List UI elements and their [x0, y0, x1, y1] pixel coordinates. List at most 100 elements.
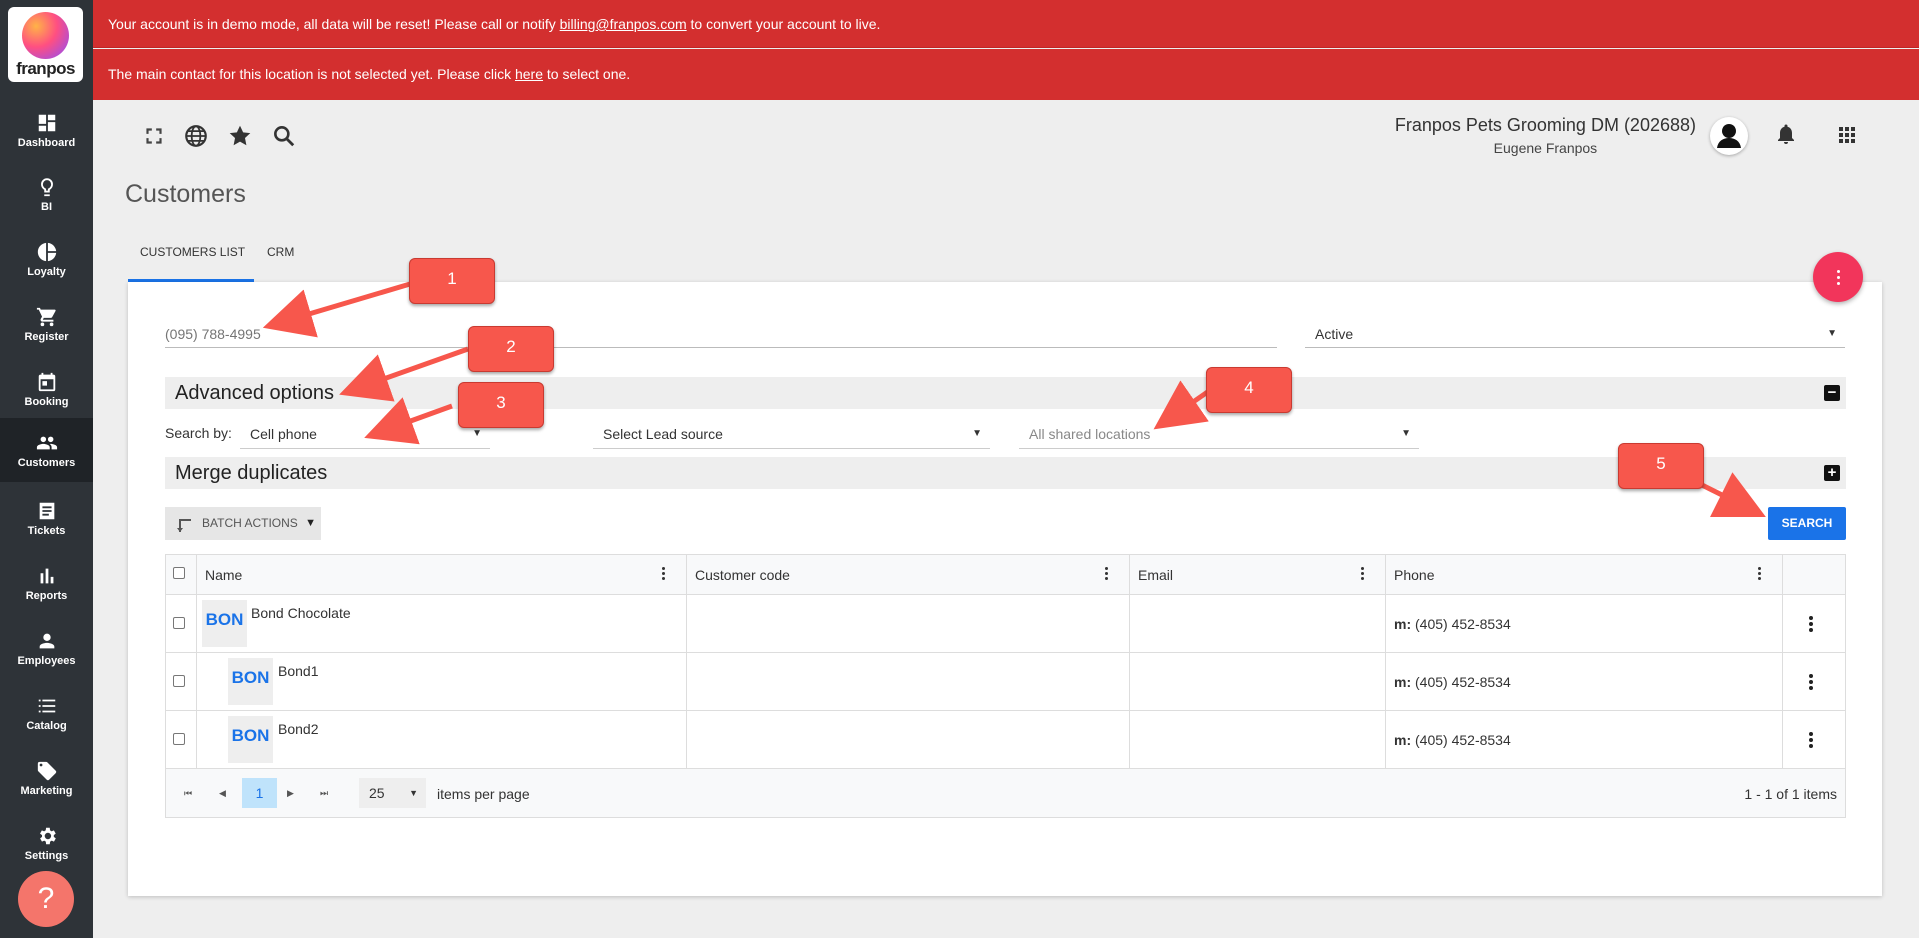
lead-source-select[interactable]: Select Lead source ▼: [593, 419, 990, 449]
table-header: Name Customer code Email Phone: [166, 555, 1845, 595]
dashboard-icon: [38, 114, 55, 132]
expand-icon[interactable]: +: [1824, 465, 1840, 481]
globe-icon[interactable]: [183, 123, 209, 149]
row-checkbox[interactable]: [173, 617, 185, 629]
row-menu-icon[interactable]: [1809, 732, 1813, 750]
table-row[interactable]: BON Bond2 m: (405) 452-8534: [166, 711, 1845, 769]
phone-cell: m: (405) 452-8534: [1386, 711, 1783, 768]
franpos-logo[interactable]: franpos: [8, 7, 83, 82]
column-menu-icon[interactable]: [1758, 567, 1762, 582]
page-size-select[interactable]: 25 ▼: [359, 778, 426, 808]
bell-icon[interactable]: [1774, 122, 1798, 146]
row-select-cell: [166, 653, 197, 710]
contact-banner-text: The main contact for this location is no…: [108, 66, 515, 82]
annotation-callout-1: 1: [409, 258, 495, 304]
sidebar-item-employees[interactable]: Employees: [0, 618, 93, 682]
sidebar-item-reports[interactable]: Reports: [0, 553, 93, 617]
table-row[interactable]: BON Bond1 m: (405) 452-8534: [166, 653, 1845, 711]
column-header-name[interactable]: Name: [197, 555, 687, 594]
shared-locations-select[interactable]: All shared locations ▼: [1019, 419, 1419, 449]
first-page-icon[interactable]: ⏮: [184, 788, 192, 799]
merge-duplicates-header[interactable]: Merge duplicates +: [165, 457, 1846, 489]
advanced-options-header[interactable]: Advanced options −: [165, 377, 1846, 409]
logo-mark: [22, 12, 69, 59]
sidebar-item-label: Register: [24, 331, 69, 343]
apps-grid-icon[interactable]: [1835, 123, 1859, 147]
fab-dot: [1837, 270, 1840, 273]
location-info: Franpos Pets Grooming DM (202688) Eugene…: [1395, 115, 1696, 156]
column-menu-icon[interactable]: [1105, 567, 1109, 582]
table-row[interactable]: BON Bond Chocolate m: (405) 452-8534: [166, 595, 1845, 653]
status-select[interactable]: Active ▼: [1305, 320, 1845, 348]
annotation-callout-2: 2: [468, 326, 554, 372]
user-name: Eugene Franpos: [1493, 140, 1598, 156]
column-header-phone[interactable]: Phone: [1386, 555, 1783, 594]
sidebar-item-label: Marketing: [20, 785, 73, 797]
help-button[interactable]: ?: [18, 871, 74, 927]
customer-badge: BON: [202, 600, 247, 647]
phone-number: (405) 452-8534: [1415, 674, 1511, 690]
sidebar-item-settings[interactable]: Settings: [0, 813, 93, 877]
batch-actions-button[interactable]: BATCH ACTIONS ▼: [165, 507, 321, 540]
select-contact-link[interactable]: here: [515, 66, 543, 82]
email-cell: [1130, 595, 1386, 652]
page-number-button[interactable]: 1: [242, 778, 277, 808]
more-actions-button[interactable]: [1813, 252, 1863, 302]
batch-arrow-icon: [177, 519, 191, 532]
phone-value: m: (405) 452-8534: [1394, 732, 1511, 748]
pagination-bar: ⏮ ◀ 1 ▶ ⏭ 25 ▼ items per page 1 - 1 of 1…: [166, 769, 1845, 817]
search-button[interactable]: SEARCH: [1768, 507, 1846, 540]
billing-email-link[interactable]: billing@franpos.com: [560, 16, 687, 32]
customer-name[interactable]: Bond2: [278, 721, 318, 737]
people-icon: [36, 436, 57, 450]
star-icon[interactable]: [227, 123, 253, 149]
column-menu-icon[interactable]: [662, 567, 666, 582]
avatar[interactable]: [1710, 117, 1748, 155]
sidebar-item-label: Customers: [17, 457, 76, 469]
cart-icon: [36, 307, 56, 327]
last-page-icon[interactable]: ⏭: [320, 788, 328, 799]
row-menu-icon[interactable]: [1809, 616, 1813, 634]
tab-crm[interactable]: CRM: [267, 240, 294, 282]
sidebar-item-label: Loyalty: [27, 266, 66, 278]
column-header-customer-code[interactable]: Customer code: [687, 555, 1130, 594]
sidebar-item-register[interactable]: Register: [0, 294, 93, 358]
person-icon: [39, 633, 54, 649]
sidebar-item-loyalty[interactable]: Loyalty: [0, 229, 93, 293]
phone-prefix: m:: [1394, 674, 1412, 690]
sidebar-item-booking[interactable]: Booking: [0, 359, 93, 423]
sidebar-item-catalog[interactable]: Catalog: [0, 683, 93, 747]
main-contact-banner: The main contact for this location is no…: [93, 49, 1919, 100]
tab-customers-list[interactable]: CUSTOMERS LIST: [128, 240, 254, 282]
column-label: Email: [1138, 567, 1174, 583]
row-checkbox[interactable]: [173, 675, 185, 687]
sidebar-item-dashboard[interactable]: Dashboard: [0, 100, 93, 164]
caret-down-icon: ▼: [305, 517, 316, 529]
next-page-icon[interactable]: ▶: [287, 788, 294, 799]
sidebar-item-marketing[interactable]: Marketing: [0, 748, 93, 812]
fullscreen-icon[interactable]: [141, 123, 167, 149]
phone-number: (405) 452-8534: [1415, 732, 1511, 748]
gear-icon: [39, 827, 56, 845]
customer-name[interactable]: Bond1: [278, 663, 318, 679]
select-all-checkbox[interactable]: [173, 567, 185, 579]
row-menu-icon[interactable]: [1809, 674, 1813, 692]
column-header-email[interactable]: Email: [1130, 555, 1386, 594]
customer-badge: BON: [228, 716, 273, 763]
phone-value: m: (405) 452-8534: [1394, 616, 1511, 632]
customer-name[interactable]: Bond Chocolate: [251, 605, 351, 621]
prev-page-icon[interactable]: ◀: [219, 788, 226, 799]
customer-search-input[interactable]: [165, 320, 1277, 348]
search-by-label: Search by:: [165, 425, 232, 441]
search-by-select[interactable]: Cell phone ▼: [240, 419, 490, 449]
sidebar-item-tickets[interactable]: Tickets: [0, 488, 93, 552]
column-menu-icon[interactable]: [1361, 567, 1365, 582]
pie-chart-icon: [37, 242, 56, 262]
customer-code-cell: [687, 711, 1130, 768]
collapse-icon[interactable]: −: [1824, 385, 1840, 401]
row-select-cell: [166, 595, 197, 652]
sidebar-item-customers[interactable]: Customers: [0, 418, 93, 482]
sidebar-item-bi[interactable]: BI: [0, 164, 93, 228]
row-checkbox[interactable]: [173, 733, 185, 745]
search-icon[interactable]: [271, 123, 297, 149]
